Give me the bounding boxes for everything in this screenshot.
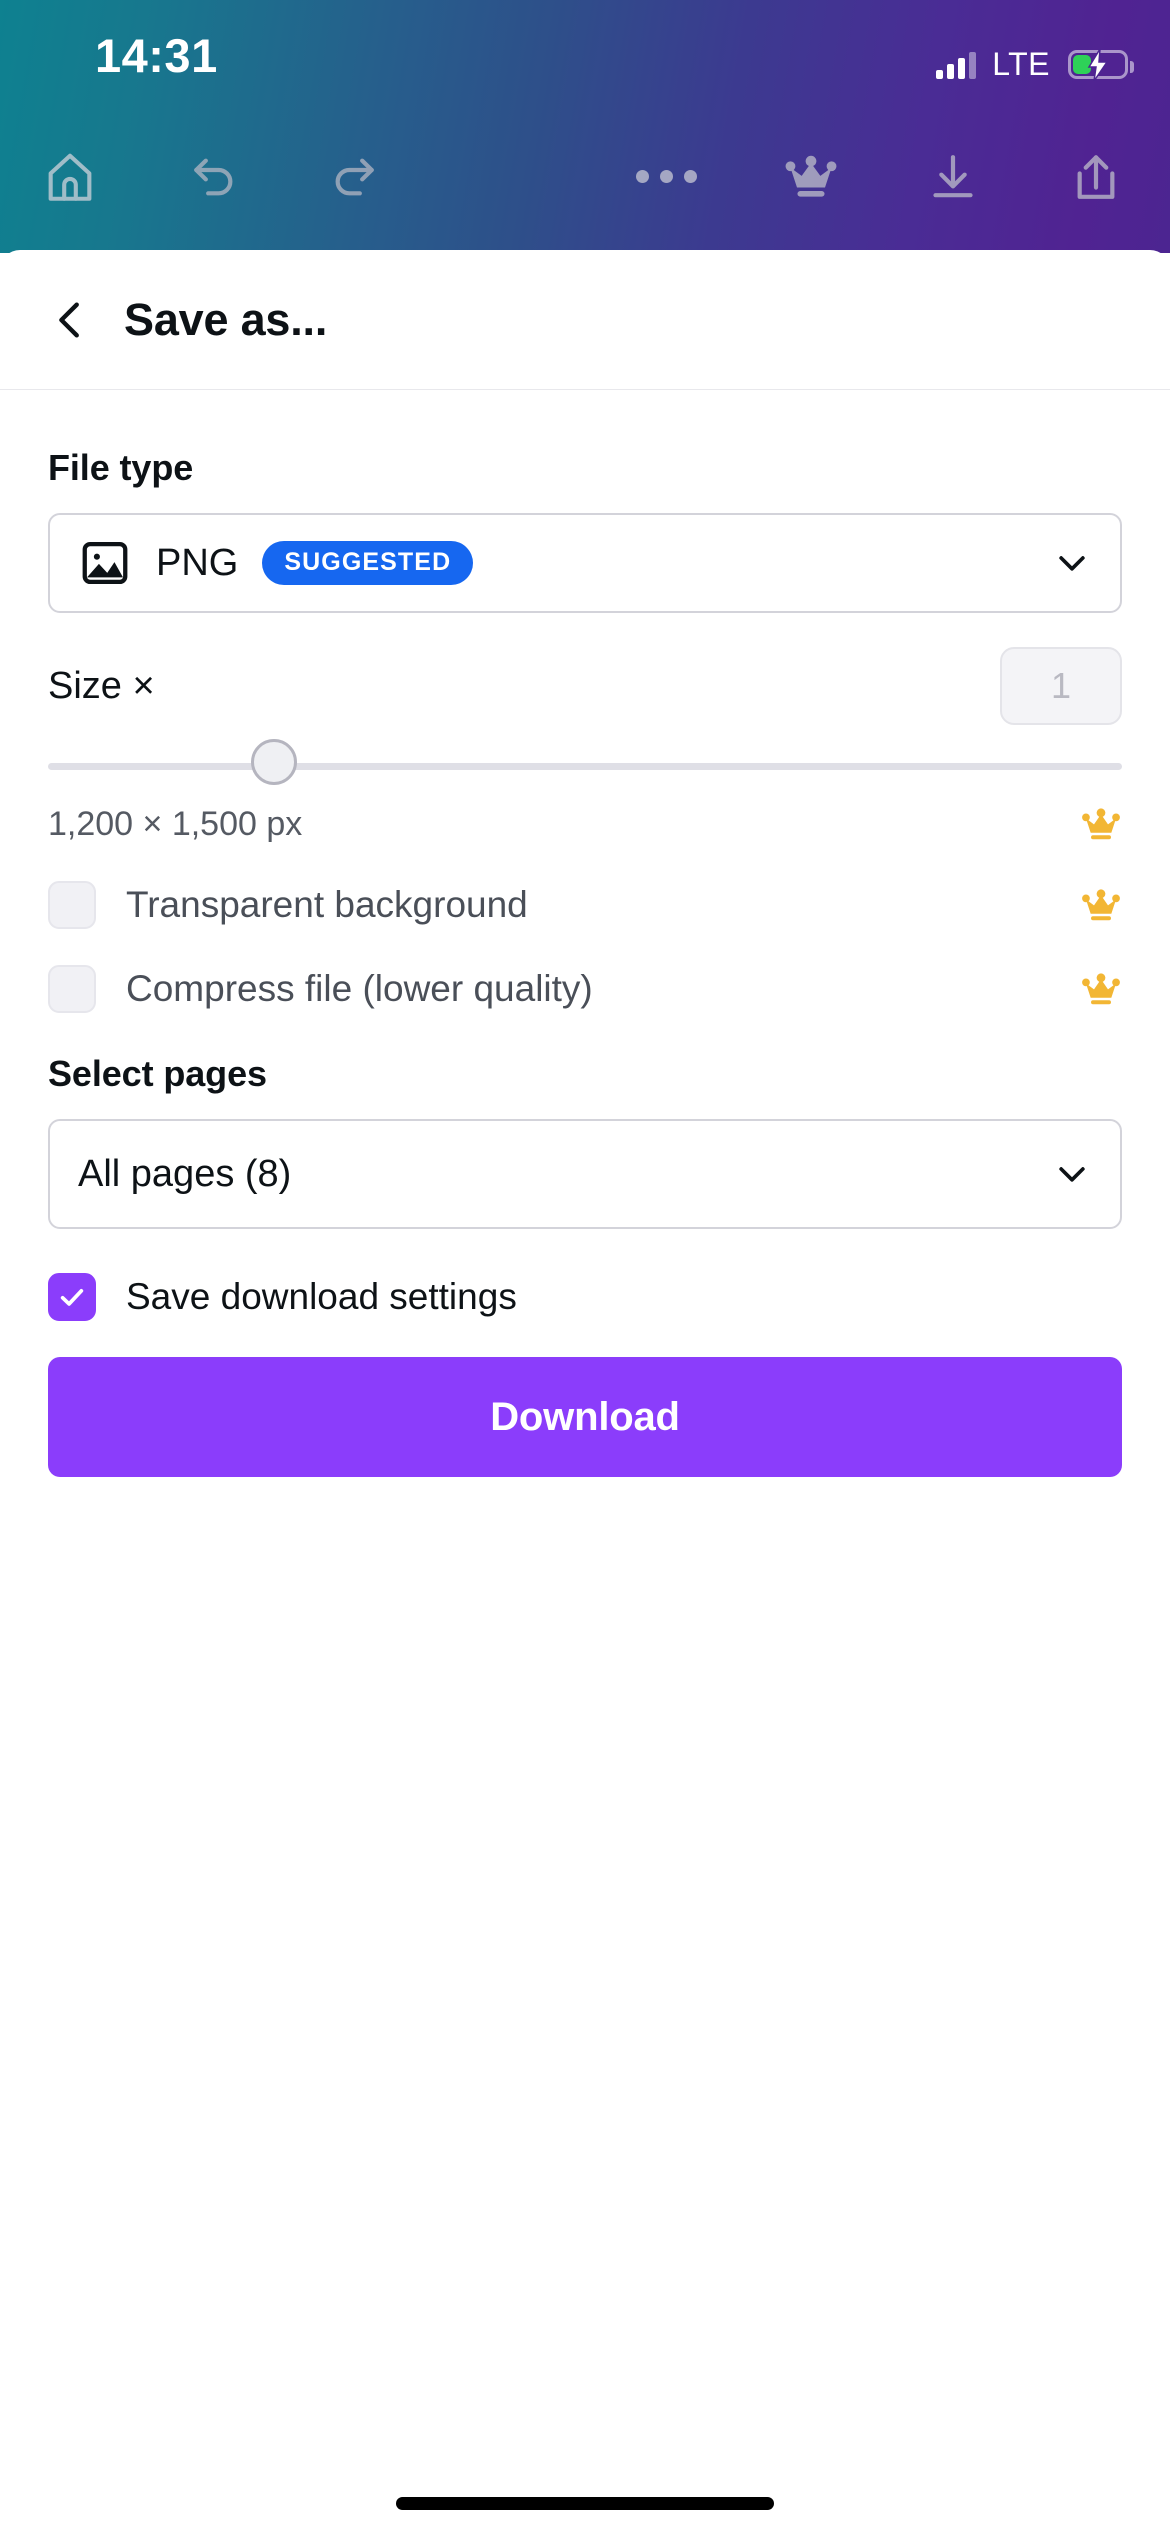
file-type-label: File type: [48, 447, 194, 488]
crown-icon[interactable]: [775, 141, 847, 213]
checkbox-save-download-settings[interactable]: [48, 1273, 96, 1321]
status-bar-clock: 14:31: [95, 29, 218, 82]
chevron-down-icon: [1059, 1167, 1085, 1182]
save-download-settings-label: Save download settings: [126, 1276, 517, 1317]
sheet-header: Save as...: [0, 250, 1170, 390]
home-indicator: [396, 2497, 774, 2510]
checkbox-compress-file[interactable]: [48, 965, 96, 1013]
page-title: Save as...: [124, 293, 328, 345]
app-gradient-header: 14:31 LTE: [0, 0, 1170, 253]
dimensions-text: 1,200 × 1,500 px: [48, 804, 303, 843]
option-label: Transparent background: [126, 884, 528, 925]
option-compress-file[interactable]: Compress file (lower quality): [48, 965, 1122, 1013]
more-horizontal-icon[interactable]: [630, 141, 702, 213]
phone-screen: 14:31 LTE Save as... File type PNG SUGGE…: [0, 0, 1170, 2532]
option-label: Compress file (lower quality): [126, 968, 593, 1009]
crown-icon: [1082, 808, 1120, 840]
undo-icon[interactable]: [178, 141, 250, 213]
sheet-body: File type PNG SUGGESTED Size × 1 1,200 ×…: [0, 447, 1170, 1477]
size-slider[interactable]: [48, 739, 1122, 785]
download-button[interactable]: Download: [48, 1357, 1122, 1477]
save-as-sheet: Save as... File type PNG SUGGESTED Size …: [0, 250, 1170, 2532]
redo-icon[interactable]: [318, 141, 390, 213]
select-pages-dropdown[interactable]: All pages (8): [48, 1119, 1122, 1229]
editor-toolbar: [0, 100, 1170, 253]
network-label: LTE: [992, 46, 1050, 82]
select-pages-value: All pages (8): [78, 1152, 292, 1195]
file-type-value: PNG: [156, 541, 239, 584]
crown-icon: [1082, 889, 1120, 921]
checkmark-icon: [60, 1289, 84, 1306]
file-type-select[interactable]: PNG SUGGESTED: [48, 513, 1122, 613]
save-download-settings-row[interactable]: Save download settings: [48, 1273, 1122, 1321]
size-slider-track: [48, 763, 1122, 770]
checkbox-transparent-background[interactable]: [48, 881, 96, 929]
size-row: Size × 1: [48, 647, 1122, 725]
battery-charging-icon: [1068, 48, 1134, 81]
signal-bars-icon: [936, 51, 977, 79]
select-pages-label: Select pages: [48, 1053, 267, 1094]
size-label: Size ×: [48, 664, 155, 707]
chevron-left-icon[interactable]: [22, 272, 118, 368]
download-icon[interactable]: [917, 141, 989, 213]
chevron-down-icon: [1059, 556, 1085, 571]
suggested-badge: SUGGESTED: [262, 541, 474, 585]
home-icon[interactable]: [34, 141, 106, 213]
option-transparent-background[interactable]: Transparent background: [48, 881, 1122, 929]
status-bar: 14:31 LTE: [0, 0, 1170, 100]
share-icon[interactable]: [1060, 141, 1132, 213]
size-slider-thumb[interactable]: [250, 739, 297, 785]
image-icon: [82, 541, 128, 585]
crown-icon: [1082, 973, 1120, 1005]
dimensions-row: 1,200 × 1,500 px: [48, 803, 1122, 845]
charging-bolt-icon: [1087, 48, 1109, 81]
size-input[interactable]: 1: [1000, 647, 1122, 725]
status-bar-indicators: LTE: [936, 46, 1134, 83]
